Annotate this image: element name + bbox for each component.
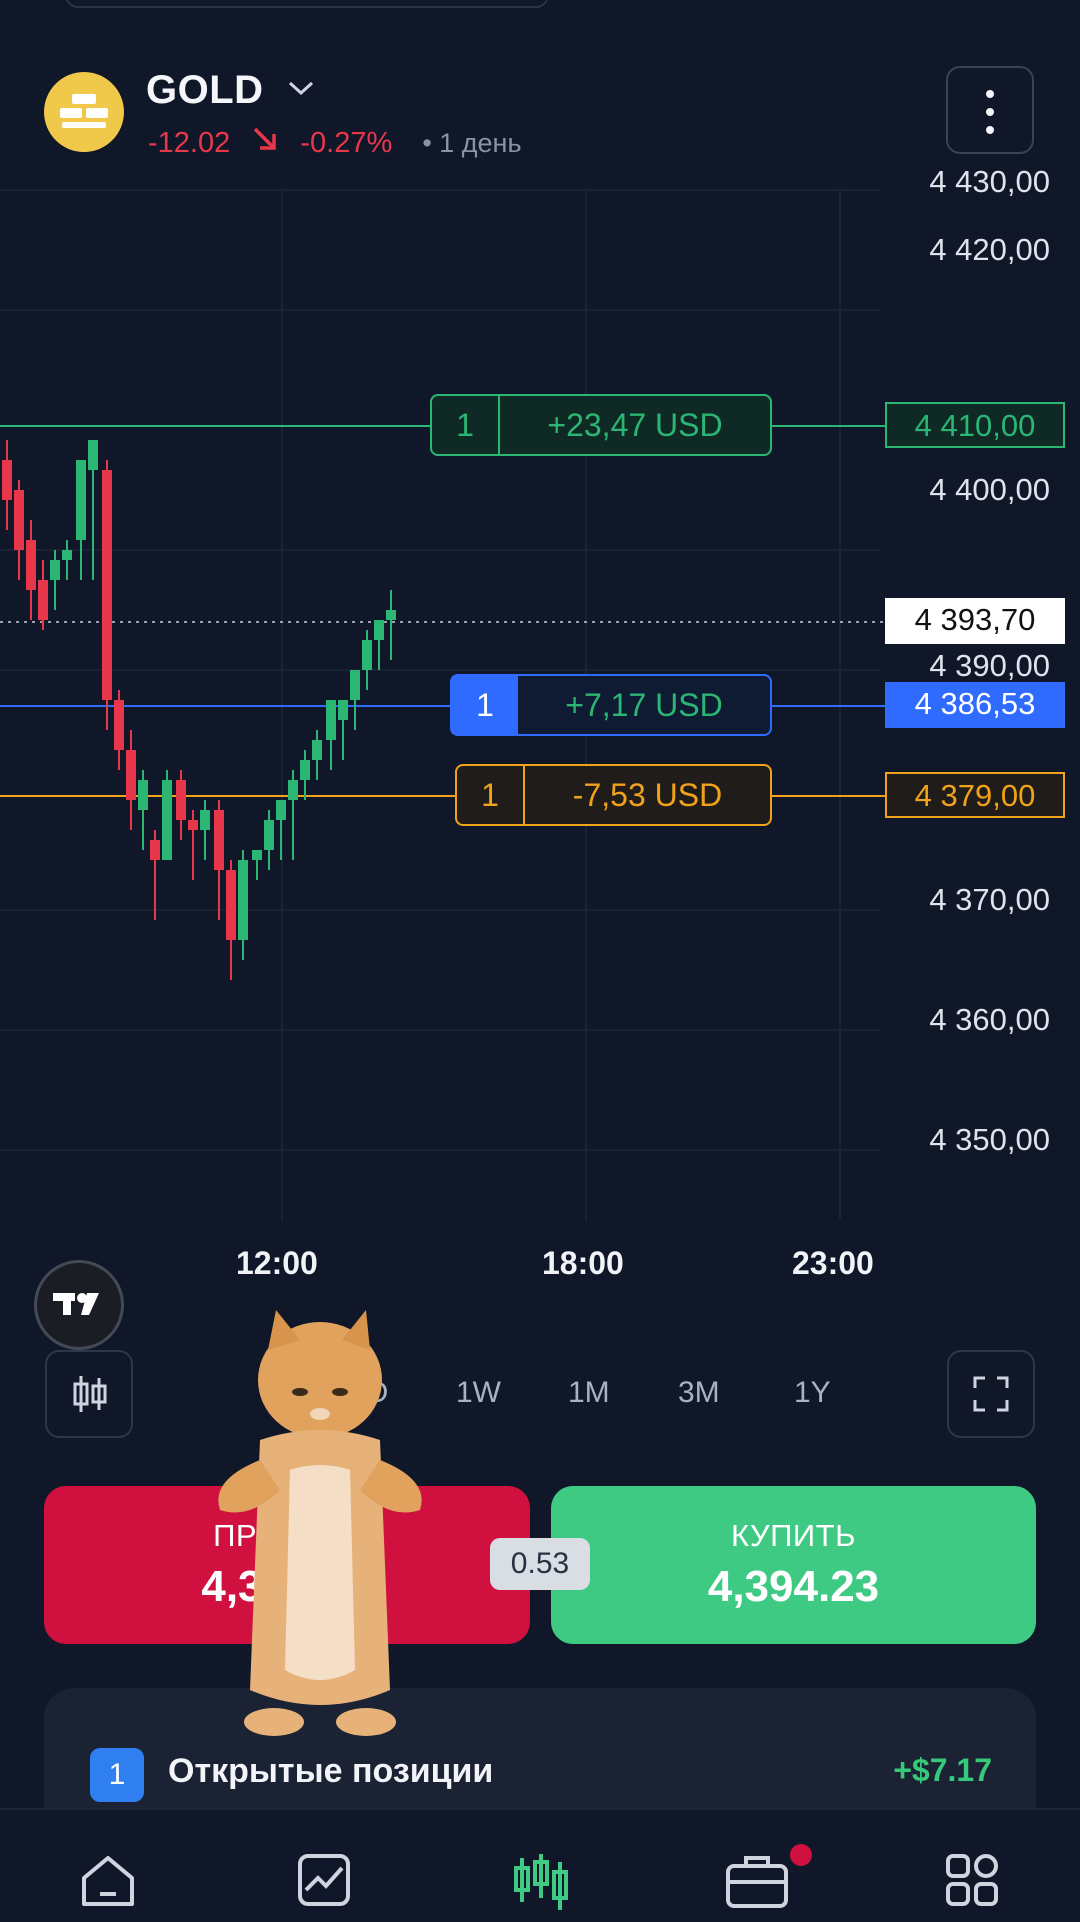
change-pct: -0.27%	[300, 126, 393, 159]
candle-body	[252, 850, 262, 860]
more-vertical-icon[interactable]	[946, 66, 1034, 154]
candle-body	[300, 760, 310, 780]
portfolio-icon[interactable]	[724, 1850, 790, 1915]
positions-pnl: +$7.17	[893, 1752, 992, 1788]
candle-body	[50, 560, 60, 580]
candle-body	[188, 820, 198, 830]
candle-body	[88, 440, 98, 470]
chart-icon[interactable]	[294, 1850, 354, 1915]
time-axis-label: 23:00	[792, 1245, 874, 1281]
arrow-down-right-icon	[252, 126, 278, 160]
cat-sticker	[218, 1310, 422, 1736]
order-qty: 1	[457, 766, 525, 824]
timeframe-bar: 1D 1W 1M 3M 1Y	[0, 1350, 1080, 1440]
price-axis-label: 4 430,00	[929, 164, 1050, 199]
price-axis-label: 4 390,00	[929, 648, 1050, 683]
candle-body	[200, 810, 210, 830]
candle-body	[138, 780, 148, 810]
candle-body	[226, 870, 236, 940]
candle-body	[288, 780, 298, 800]
more-apps-icon[interactable]	[942, 1850, 1002, 1915]
price-axis-label: 4 400,00	[929, 472, 1050, 507]
tradingview-logo[interactable]	[34, 1260, 124, 1350]
time-axis-label: 18:00	[542, 1245, 624, 1281]
home-icon[interactable]	[78, 1850, 138, 1915]
candle-body	[326, 700, 336, 740]
price-axis-label: 4 350,00	[929, 1122, 1050, 1157]
change-abs: -12.02	[148, 126, 231, 159]
timeframe-1w[interactable]: 1W	[456, 1376, 501, 1410]
stop-loss-price-tag[interactable]: 4 379,00	[885, 772, 1065, 818]
candle-body	[350, 670, 360, 700]
candle-body	[386, 610, 396, 620]
fullscreen-icon[interactable]	[947, 1350, 1035, 1438]
candle-body	[312, 740, 322, 760]
trade-icon[interactable]	[508, 1850, 574, 1921]
timeframe-3m[interactable]: 3M	[678, 1376, 720, 1410]
positions-count-badge: 1	[90, 1748, 144, 1802]
timeframe-1y[interactable]: 1Y	[794, 1376, 831, 1410]
candle-body	[150, 840, 160, 860]
status-pill	[65, 0, 549, 8]
buy-button[interactable]: КУПИТЬ 4,394.23	[551, 1486, 1036, 1644]
buy-price: 4,394.23	[707, 1562, 880, 1611]
price-axis-label: 4 420,00	[929, 232, 1050, 267]
candle-body	[176, 780, 186, 820]
position-price-tag[interactable]: 4 386,53	[885, 682, 1065, 728]
price-axis-label: 4 360,00	[929, 1002, 1050, 1037]
candle-body	[362, 640, 372, 670]
price-change: -12.02 -0.27% • 1 день	[148, 126, 522, 160]
candle-body	[214, 810, 224, 870]
instrument-symbol[interactable]: GOLD	[146, 68, 264, 113]
take-profit-price-tag[interactable]: 4 410,00	[885, 402, 1065, 448]
candle-body	[264, 820, 274, 850]
current-price-tag: 4 393,70	[885, 598, 1065, 644]
candle-body	[162, 780, 172, 860]
order-pnl: +7,17 USD	[565, 686, 723, 723]
position-order[interactable]: 1 +7,17 USD	[450, 674, 772, 736]
bottom-nav	[0, 1808, 1080, 1922]
chevron-down-icon[interactable]	[286, 78, 316, 98]
candle-body	[26, 540, 36, 590]
candle-body	[114, 700, 124, 750]
buy-label: КУПИТЬ	[731, 1518, 856, 1553]
candle-body	[374, 620, 384, 640]
order-qty: 1	[432, 396, 500, 454]
order-pnl: +23,47 USD	[547, 406, 723, 443]
candle-body	[126, 750, 136, 800]
stop-loss-order[interactable]: 1 -7,53 USD	[455, 764, 772, 826]
spread-badge: 0.53	[490, 1538, 590, 1590]
time-axis-label: 12:00	[236, 1245, 318, 1281]
candle-body	[276, 800, 286, 820]
notification-dot	[790, 1844, 812, 1866]
take-profit-order[interactable]: 1 +23,47 USD	[430, 394, 772, 456]
order-qty: 1	[452, 676, 518, 734]
candle-body	[62, 550, 72, 560]
candle-body	[238, 860, 248, 940]
timeframe-label: • 1 день	[422, 127, 522, 158]
price-chart[interactable]: 4 430,00 4 420,00 4 400,00 4 390,00 4 37…	[0, 160, 1080, 1350]
gold-bars-icon	[44, 72, 124, 152]
candle-body	[38, 580, 48, 620]
timeframe-1m[interactable]: 1M	[568, 1376, 610, 1410]
price-axis-label: 4 370,00	[929, 882, 1050, 917]
candle-body	[76, 460, 86, 540]
candle-body	[14, 490, 24, 550]
order-pnl: -7,53 USD	[572, 776, 723, 813]
candle-body	[2, 460, 12, 500]
candles-icon[interactable]	[45, 1350, 133, 1438]
instrument-header: GOLD -12.02 -0.27% • 1 день	[0, 60, 1080, 160]
candle-body	[102, 470, 112, 700]
candle-body	[338, 700, 348, 720]
